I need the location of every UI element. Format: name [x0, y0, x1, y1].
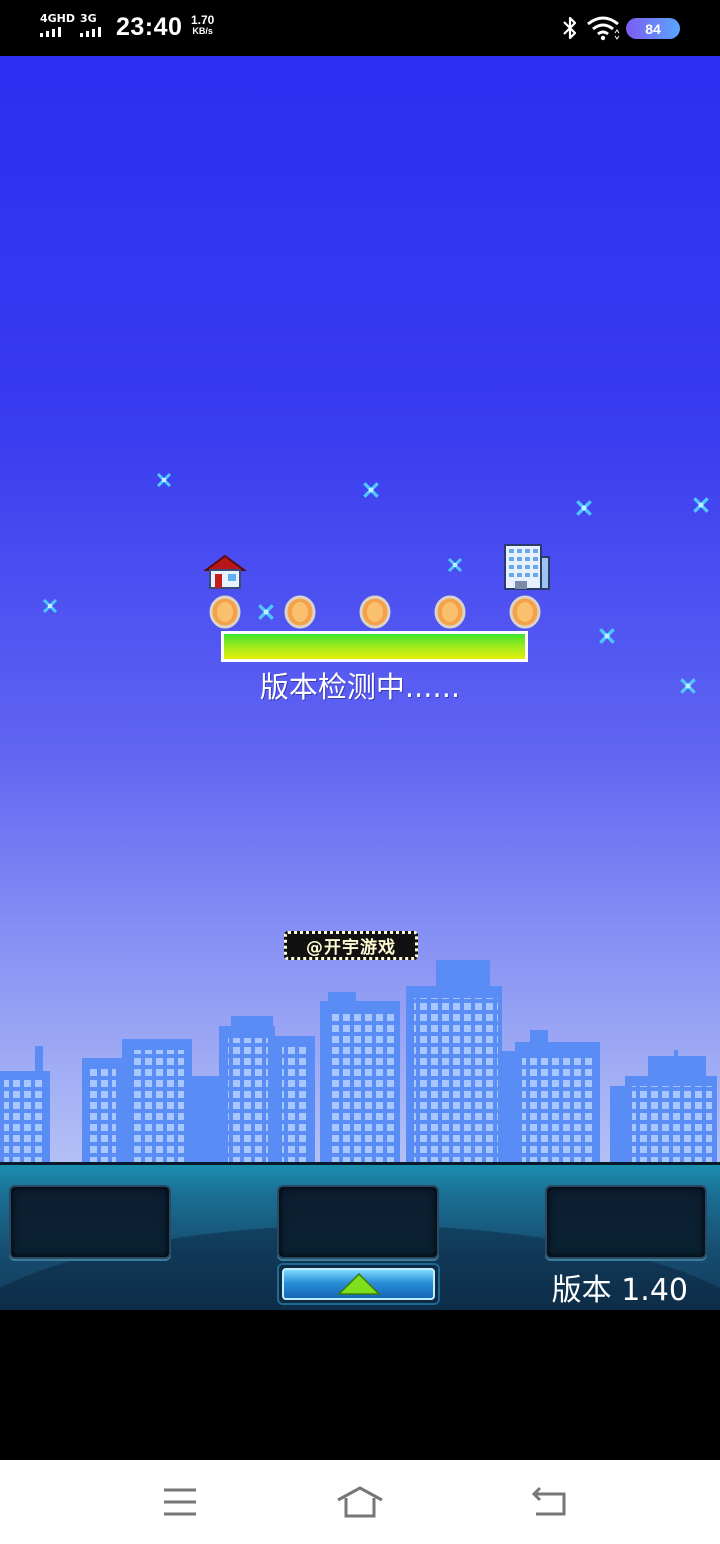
- battery-level: 84: [645, 20, 661, 37]
- system-nav-bar: [0, 1460, 720, 1544]
- item-slot-right[interactable]: [545, 1185, 707, 1259]
- wifi-icon: [587, 16, 620, 41]
- coin-icon: [509, 595, 541, 629]
- battery-icon: 84: [626, 18, 680, 39]
- loading-status-text: 版本检测中......: [259, 670, 461, 704]
- speed-unit: KB/s: [192, 26, 213, 36]
- game-screen[interactable]: 版本检测中...... @开宇游戏 版本 1.40: [0, 56, 720, 1310]
- coin-icon: [434, 595, 466, 629]
- status-bar: 4GHD 3G 23:40 1.70 KB/s 84: [0, 0, 720, 56]
- version-label: 版本 1.40: [551, 1273, 688, 1308]
- signal-bars-icon: [40, 25, 75, 37]
- sparkle-icon: [447, 557, 463, 573]
- sparkle-icon: [576, 500, 592, 516]
- building-icon: [504, 544, 550, 590]
- item-slot-center[interactable]: [277, 1185, 439, 1259]
- house-icon: [204, 554, 246, 589]
- network-type-4g: 4GHD: [40, 12, 76, 25]
- network-speed: 1.70 KB/s: [191, 13, 215, 37]
- sparkle-icon: [42, 598, 58, 614]
- coin-icon: [359, 595, 391, 629]
- signal-3g-indicator: 3G: [80, 13, 101, 37]
- sparkle-icon: [258, 604, 274, 620]
- signal-4g-indicator: 4GHD: [40, 13, 75, 37]
- control-panel: 版本 1.40: [0, 1162, 720, 1310]
- skyline-image: [0, 960, 717, 1164]
- back-icon[interactable]: [530, 1484, 570, 1520]
- up-arrow-button-face: [282, 1268, 435, 1300]
- speed-value: 1.70: [191, 13, 215, 27]
- coin-icon: [284, 595, 316, 629]
- sparkle-icon: [363, 482, 379, 498]
- sparkle-icon: [693, 497, 709, 513]
- home-icon[interactable]: [336, 1484, 384, 1520]
- up-arrow-icon: [336, 1272, 381, 1295]
- sparkle-icon: [156, 472, 172, 488]
- menu-icon[interactable]: [160, 1484, 200, 1520]
- loading-progress-bar: [221, 631, 528, 662]
- sparkle-icon: [599, 628, 615, 644]
- signal-bars-icon: [80, 25, 101, 37]
- network-type-3g: 3G: [80, 12, 97, 25]
- coin-icon: [209, 595, 241, 629]
- item-slot-left[interactable]: [9, 1185, 171, 1259]
- clock: 23:40: [116, 13, 183, 41]
- up-arrow-button[interactable]: [277, 1263, 440, 1305]
- bluetooth-icon: [563, 16, 577, 40]
